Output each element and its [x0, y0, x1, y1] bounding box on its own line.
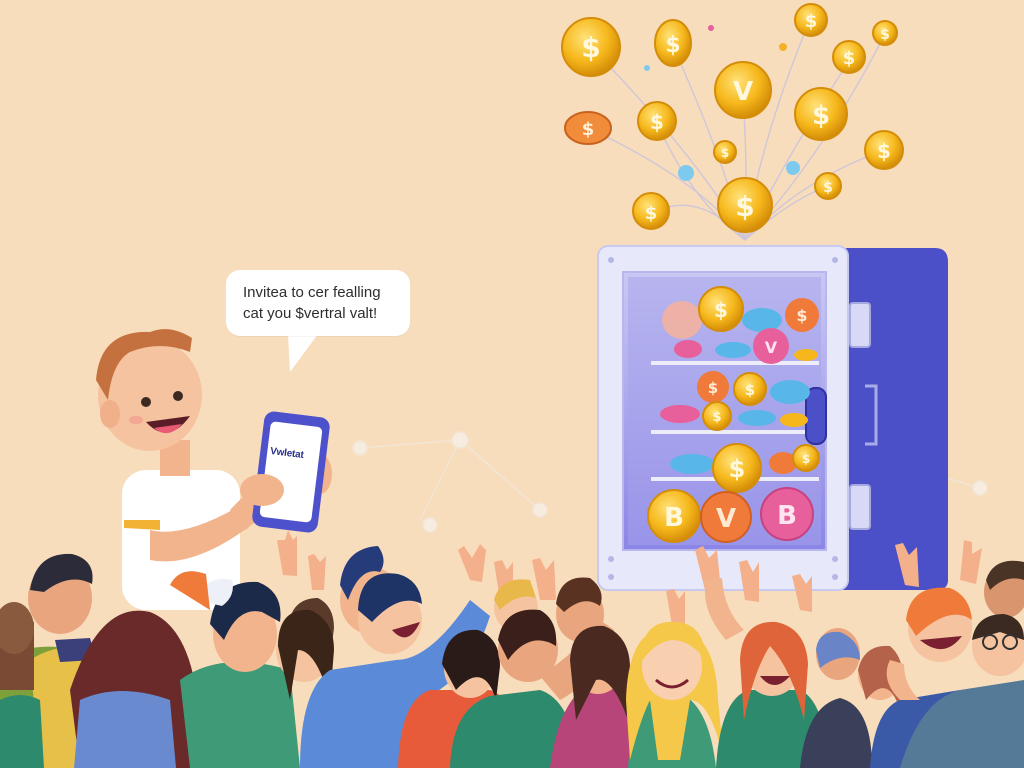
- svg-text:$: $: [650, 110, 664, 134]
- speech-bubble-line-1: Invitea to cer fealling: [243, 284, 381, 301]
- svg-text:B: B: [777, 501, 797, 531]
- scene-graphics: $ $ $ $ $ V $ $ $ $ $ $ $ $ $ $ V $ $ $ …: [0, 3, 1024, 768]
- illustration-canvas: $ $ $ $ $ V $ $ $ $ $ $ $ $ $ $ V $ $ $ …: [0, 0, 1024, 768]
- svg-text:$: $: [645, 203, 658, 224]
- svg-text:V: V: [733, 77, 753, 107]
- vault-coin-icon: V: [714, 61, 772, 119]
- dollar-coin-icon: $: [864, 130, 904, 170]
- svg-text:$: $: [581, 31, 600, 64]
- bitcoin-coin-icon: B: [760, 487, 814, 541]
- svg-text:$: $: [735, 190, 754, 223]
- dollar-coin-icon: $: [698, 286, 744, 332]
- bitcoin-coin-icon: B: [647, 489, 701, 543]
- svg-text:$: $: [582, 119, 595, 140]
- speech-bubble: Invitea to cer fealling cat you $vertral…: [226, 270, 410, 336]
- svg-text:$: $: [812, 101, 830, 131]
- dollar-coin-icon: $: [632, 192, 670, 230]
- dollar-coin-icon: $: [814, 172, 842, 200]
- svg-text:$: $: [708, 379, 718, 397]
- svg-text:$: $: [877, 139, 891, 163]
- svg-text:B: B: [664, 503, 684, 533]
- vault-coin-icon: V: [753, 328, 789, 364]
- sparkle-dot: [786, 161, 800, 175]
- dollar-coin-icon: $: [637, 101, 677, 141]
- svg-text:V: V: [765, 338, 778, 357]
- svg-text:$: $: [843, 48, 856, 69]
- dollar-coin-icon: $: [697, 371, 729, 403]
- smartphone-icon: [252, 411, 330, 533]
- vault-coin-icon: V: [700, 491, 752, 543]
- dollar-coin-icon: $: [654, 19, 692, 67]
- dollar-coin-icon: $: [712, 443, 762, 493]
- dollar-coin-icon: $: [564, 111, 612, 145]
- svg-text:$: $: [823, 180, 833, 196]
- svg-text:$: $: [665, 33, 680, 58]
- dollar-coin-icon: $: [832, 40, 866, 74]
- dollar-coin-icon: $: [733, 372, 767, 406]
- speech-bubble-line-2: cat you $vertral valt!: [243, 305, 378, 322]
- dollar-coin-icon: $: [872, 20, 898, 46]
- svg-text:$: $: [745, 381, 755, 399]
- dollar-coin-icon: $: [794, 87, 848, 141]
- sparkle-dot: [678, 165, 694, 181]
- dollar-coin-icon: $: [792, 444, 820, 472]
- sparkle-dot: [644, 65, 650, 71]
- svg-text:$: $: [714, 298, 728, 322]
- svg-text:$: $: [880, 27, 890, 43]
- sparkle-dot: [708, 25, 714, 31]
- dollar-coin-icon: $: [561, 17, 621, 77]
- svg-text:$: $: [729, 455, 746, 483]
- dollar-coin-icon: $: [713, 140, 737, 164]
- svg-text:$: $: [805, 11, 818, 32]
- flying-coins: $ $ $ $ $ V $ $ $ $ $ $ $ $: [561, 3, 904, 233]
- svg-text:$: $: [796, 306, 807, 325]
- dollar-coin-icon: $: [794, 3, 828, 37]
- dollar-coin-icon: $: [702, 401, 732, 431]
- svg-text:V: V: [716, 504, 736, 534]
- svg-text:$: $: [802, 452, 810, 466]
- dollar-coin-icon: $: [717, 177, 773, 233]
- dollar-coin-icon: $: [785, 298, 819, 332]
- svg-text:$: $: [721, 146, 729, 160]
- svg-text:$: $: [712, 410, 721, 425]
- sparkle-dot: [779, 43, 787, 51]
